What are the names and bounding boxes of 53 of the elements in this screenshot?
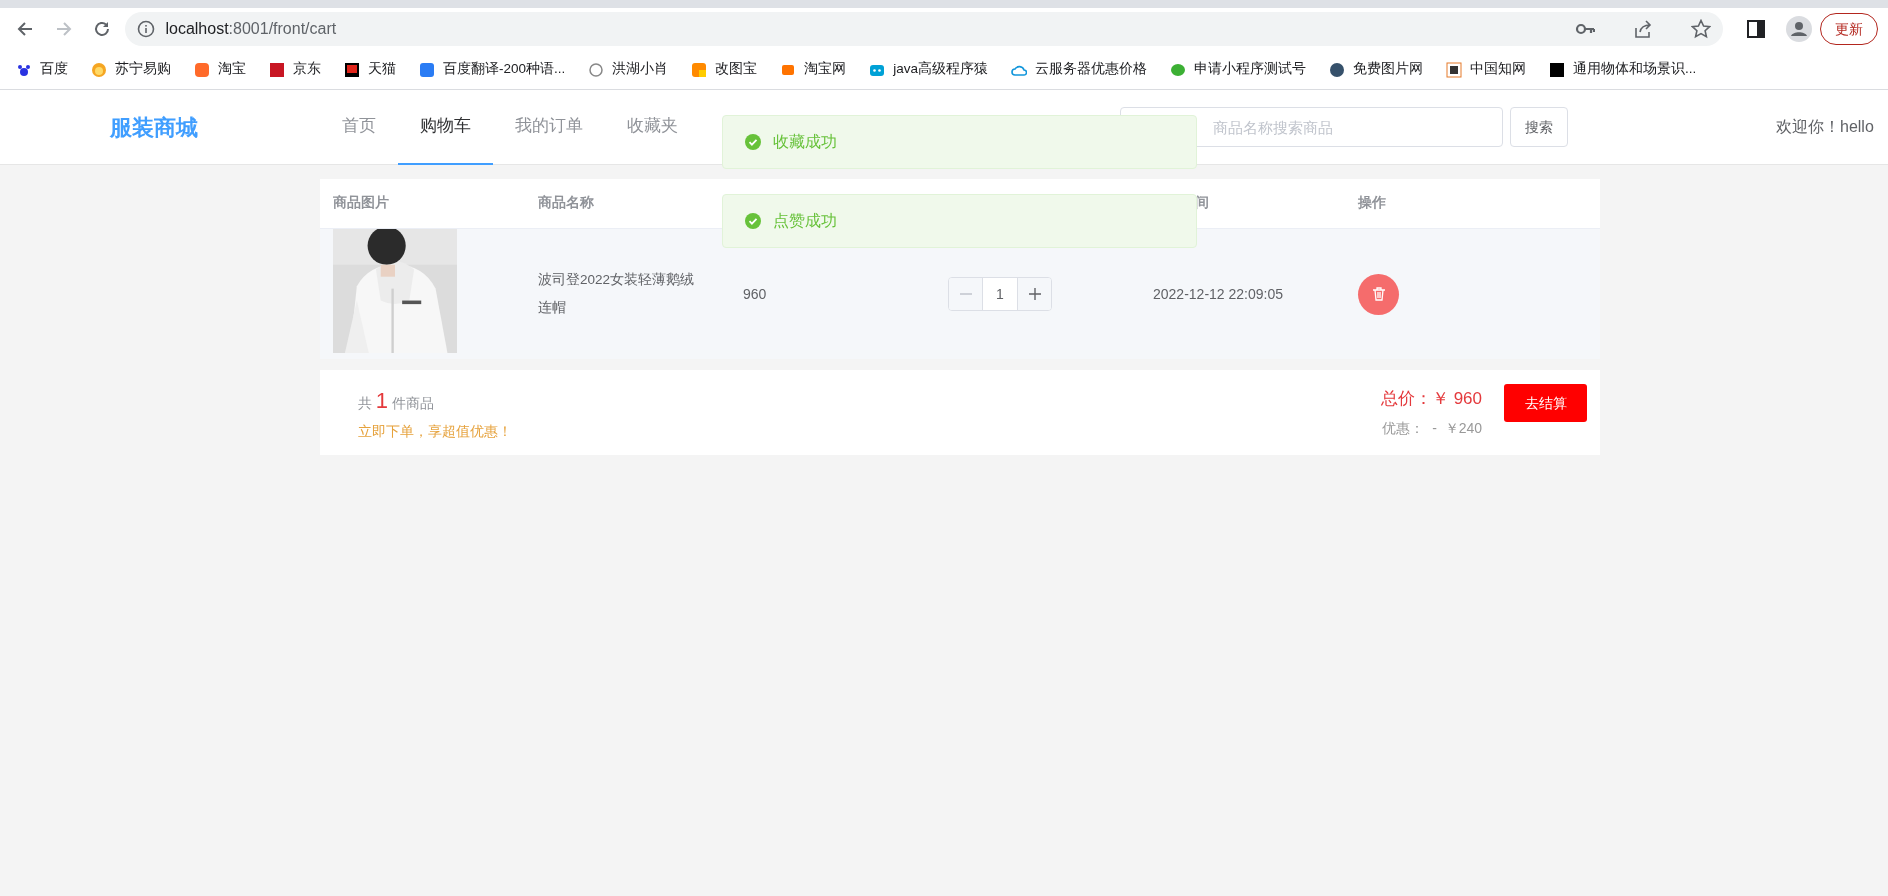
product-name[interactable]: 波司登2022女装轻薄鹅绒连帽 bbox=[538, 266, 698, 322]
trash-icon[interactable] bbox=[1371, 287, 1386, 301]
date-text: 2022-12-12 22:09:05 bbox=[1153, 285, 1283, 302]
bookmark-link[interactable]: 百度 bbox=[40, 59, 68, 80]
promo-text: 立即下单，享超值优惠！ bbox=[358, 421, 512, 441]
square-logo-icon[interactable] bbox=[344, 61, 360, 78]
address-bar[interactable]: localhost:8001/front/cart bbox=[125, 12, 1724, 46]
bookmark-link[interactable]: 淘宝网 bbox=[804, 59, 847, 80]
checkout-button[interactable]: 去结算 bbox=[1504, 384, 1587, 422]
column-header: 操作 bbox=[1358, 195, 1386, 211]
check-icon bbox=[745, 134, 761, 150]
star-icon[interactable] bbox=[1691, 19, 1712, 39]
update-button[interactable]: 更新 bbox=[1820, 13, 1878, 45]
column-header: 商品图片 bbox=[333, 195, 389, 211]
bookmark-link[interactable]: 免费图片网 bbox=[1353, 59, 1424, 80]
welcome-text: 欢迎你！hello bbox=[1776, 117, 1874, 137]
bookmark-link[interactable]: 申请小程序测试号 bbox=[1194, 59, 1307, 80]
delete-button[interactable] bbox=[1358, 273, 1399, 315]
info-icon[interactable] bbox=[137, 20, 156, 38]
bookmark-link[interactable]: 天猫 bbox=[368, 59, 396, 80]
search-button[interactable]: 搜索 bbox=[1510, 107, 1568, 147]
bookmark-link[interactable]: java高级程序猿 bbox=[893, 59, 989, 80]
bookmark-link[interactable]: 淘宝 bbox=[218, 59, 246, 80]
plus-icon[interactable] bbox=[1028, 288, 1041, 300]
reload-icon[interactable] bbox=[93, 20, 112, 38]
price-text: 960 bbox=[743, 285, 767, 302]
profile-icon[interactable] bbox=[1786, 16, 1812, 42]
bookmark-link[interactable]: 百度翻译-200种语... bbox=[443, 59, 566, 80]
bookmark-link[interactable]: 京东 bbox=[293, 59, 321, 80]
url-text: localhost:8001/front/cart bbox=[165, 19, 337, 39]
total-price: 总价：￥ 960 bbox=[1380, 388, 1482, 411]
toast-text: 收藏成功 bbox=[773, 132, 837, 152]
bookmark-link[interactable]: 云服务器优惠价格 bbox=[1035, 59, 1148, 80]
square-logo-icon[interactable] bbox=[1549, 61, 1566, 78]
plus-button[interactable] bbox=[1018, 278, 1051, 310]
quantity-stepper[interactable]: 1 bbox=[948, 277, 1052, 311]
back-arrow-icon[interactable] bbox=[16, 20, 35, 38]
bookmark-link[interactable]: 洪湖小肖 bbox=[612, 59, 669, 80]
bookmark-link[interactable]: 通用物体和场景识... bbox=[1573, 59, 1697, 80]
check-icon bbox=[745, 213, 761, 229]
square-logo-icon[interactable] bbox=[1446, 61, 1463, 78]
bookmark-link[interactable]: 改图宝 bbox=[715, 59, 758, 80]
bookmark-link[interactable]: 苏宁易购 bbox=[115, 59, 171, 80]
item-count: 共 1 件商品 bbox=[358, 386, 435, 415]
quantity-input[interactable]: 1 bbox=[982, 278, 1018, 310]
sidebar-icon[interactable] bbox=[1746, 20, 1765, 38]
circle-logo-icon[interactable] bbox=[1329, 61, 1346, 78]
share-icon[interactable] bbox=[1633, 19, 1654, 39]
discount-text: 优惠： - ￥240 bbox=[1381, 418, 1482, 438]
column-header: 商品名称 bbox=[538, 195, 594, 211]
toast-text: 点赞成功 bbox=[773, 211, 837, 231]
nav-tab[interactable]: 购物车 bbox=[398, 89, 493, 165]
bookmark-link[interactable]: 中国知网 bbox=[1470, 59, 1527, 80]
